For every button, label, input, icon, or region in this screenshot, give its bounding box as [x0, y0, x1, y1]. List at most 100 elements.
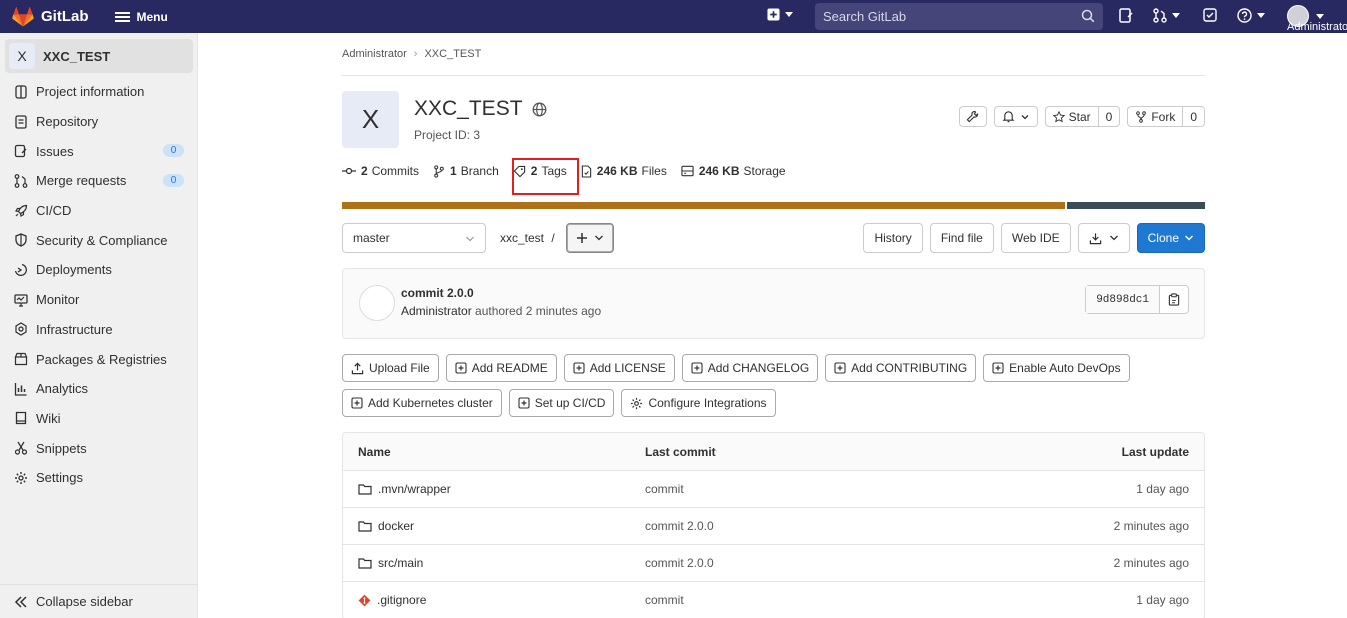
sidebar-item-merge-requests[interactable]: Merge requests 0 — [0, 166, 197, 196]
sidebar-item-issues[interactable]: Issues 0 — [0, 136, 197, 166]
plus-square-icon — [518, 397, 530, 409]
new-dropdown-button[interactable] — [767, 8, 793, 21]
set-up-ci-cd-button[interactable]: Set up CI/CD — [508, 389, 615, 417]
chevron-down-icon — [466, 236, 474, 242]
find-file-button[interactable]: Find file — [929, 223, 994, 253]
copy-sha-button[interactable] — [1160, 286, 1188, 313]
upload-file-label: Upload File — [369, 361, 430, 375]
project-name: XXC_TEST — [414, 97, 523, 120]
add-changelog-button[interactable]: Add CHANGELOG — [681, 354, 819, 382]
collapse-sidebar-button[interactable]: Collapse sidebar — [0, 584, 198, 618]
breadcrumb-item-project[interactable]: XXC_TEST — [424, 48, 481, 60]
sidebar-item-monitor[interactable]: Monitor — [0, 285, 197, 315]
breadcrumb: Administrator › XXC_TEST — [342, 48, 481, 60]
commit-sha[interactable]: 9d898dc1 — [1086, 286, 1160, 313]
add-license-button[interactable]: Add LICENSE — [563, 354, 675, 382]
admin-settings-button[interactable] — [958, 106, 987, 127]
history-button[interactable]: History — [863, 223, 923, 253]
sidebar-item-repository[interactable]: Repository — [0, 107, 197, 137]
last-commit-box: commit 2.0.0 Administrator authored 2 mi… — [342, 268, 1205, 339]
menu-button[interactable]: Menu — [114, 10, 168, 24]
issues-icon — [14, 145, 27, 158]
sidebar-item-packages[interactable]: Packages & Registries — [0, 344, 197, 374]
download-dropdown[interactable] — [1077, 223, 1130, 253]
sidebar-item-analytics[interactable]: Analytics — [0, 374, 197, 404]
fork-button[interactable]: Fork — [1128, 107, 1182, 126]
storage-stat-link[interactable]: 246 KB Storage — [681, 164, 786, 178]
last-commit-link[interactable]: commit 2.0.0 — [645, 556, 714, 570]
todo-check-icon — [1203, 8, 1217, 22]
commit-author[interactable]: Administrator — [401, 304, 472, 318]
search-input[interactable] — [823, 9, 1073, 24]
last-commit-link[interactable]: commit — [645, 482, 684, 496]
sidebar-item-label: Packages & Registries — [36, 351, 167, 367]
file-name-link[interactable]: .mvn/wrapper — [378, 482, 451, 496]
sidebar-item-snippets[interactable]: Snippets — [0, 433, 197, 463]
help-nav-button[interactable] — [1237, 8, 1265, 23]
column-header-name: Name — [358, 444, 391, 459]
sidebar-item-label: Merge requests — [36, 173, 127, 189]
sidebar-item-security[interactable]: Security & Compliance — [0, 225, 197, 255]
fork-count[interactable]: 0 — [1182, 107, 1204, 126]
plus-square-icon — [992, 362, 1004, 374]
branch-label: Branch — [460, 164, 499, 178]
sidebar-item-settings[interactable]: Settings — [0, 463, 197, 493]
chevron-down-icon — [1185, 235, 1193, 241]
add-kubernetes-cluster-button[interactable]: Add Kubernetes cluster — [342, 389, 502, 417]
last-update-time: 1 day ago — [1136, 593, 1189, 607]
todos-nav-button[interactable] — [1203, 8, 1217, 22]
issues-nav-button[interactable] — [1119, 8, 1133, 23]
gitlab-logo[interactable]: GitLab — [12, 6, 89, 27]
commit-author-avatar[interactable] — [359, 285, 395, 321]
web-ide-button[interactable]: Web IDE — [1000, 223, 1071, 253]
add-readme-button[interactable]: Add README — [445, 354, 557, 382]
upload-file-button[interactable]: Upload File — [342, 354, 439, 382]
clone-button[interactable]: Clone — [1136, 223, 1205, 253]
configure-integrations-button[interactable]: Configure Integrations — [621, 389, 776, 417]
table-row[interactable]: .gitignore commit 1 day ago — [343, 582, 1204, 618]
last-commit-link[interactable]: commit 2.0.0 — [645, 519, 714, 533]
search-box[interactable] — [815, 3, 1103, 30]
plus-icon — [577, 233, 587, 243]
breadcrumb-item-administrator[interactable]: Administrator — [342, 48, 407, 60]
commits-stat-link[interactable]: 2 Commits — [342, 164, 419, 178]
table-row[interactable]: .mvn/wrapper commit 1 day ago — [343, 471, 1204, 508]
quick-actions: Upload File Add README Add LICENSE Add C… — [342, 354, 1205, 424]
repo-path-root[interactable]: xxc_test — [500, 231, 544, 245]
files-stat-link[interactable]: 246 KB Files — [581, 164, 667, 178]
table-row[interactable]: docker commit 2.0.0 2 minutes ago — [343, 508, 1204, 545]
last-commit-link[interactable]: commit — [645, 593, 684, 607]
merge-requests-nav-button[interactable] — [1153, 8, 1180, 23]
sidebar-project-link[interactable]: X XXC_TEST — [5, 39, 193, 73]
sidebar-item-infrastructure[interactable]: Infrastructure — [0, 315, 197, 345]
star-button-group: Star 0 — [1044, 106, 1121, 127]
file-name-link[interactable]: src/main — [378, 556, 423, 570]
double-chevron-left-icon — [14, 595, 27, 608]
fork-icon — [1136, 110, 1147, 123]
plus-square-icon — [691, 362, 703, 374]
sidebar-item-project-information[interactable]: Project information — [0, 77, 197, 107]
file-name-link[interactable]: docker — [378, 519, 414, 533]
sidebar-item-deployments[interactable]: Deployments — [0, 255, 197, 285]
commit-title[interactable]: commit 2.0.0 — [401, 286, 474, 300]
add-contributing-button[interactable]: Add CONTRIBUTING — [825, 354, 977, 382]
branch-selector[interactable]: master — [342, 223, 486, 253]
upload-icon — [351, 362, 364, 374]
sidebar-item-wiki[interactable]: Wiki — [0, 404, 197, 434]
file-name-link[interactable]: .gitignore — [377, 593, 426, 607]
branch-stat-link[interactable]: 1 Branch — [433, 164, 499, 178]
language-segment-secondary[interactable] — [1067, 202, 1205, 209]
enable-auto-devops-button[interactable]: Enable Auto DevOps — [983, 354, 1130, 382]
hamburger-icon — [114, 10, 130, 24]
star-button[interactable]: Star — [1046, 107, 1098, 126]
star-count[interactable]: 0 — [1097, 107, 1120, 126]
table-row[interactable]: src/main commit 2.0.0 2 minutes ago — [343, 545, 1204, 582]
chevron-down-icon — [595, 235, 603, 241]
notification-dropdown[interactable] — [993, 106, 1038, 127]
language-segment-primary[interactable] — [342, 202, 1065, 209]
folder-icon — [358, 521, 372, 532]
add-to-tree-dropdown[interactable] — [566, 223, 614, 253]
sidebar-item-ci-cd[interactable]: CI/CD — [0, 196, 197, 226]
folder-icon — [358, 558, 372, 569]
clone-label: Clone — [1147, 231, 1179, 245]
